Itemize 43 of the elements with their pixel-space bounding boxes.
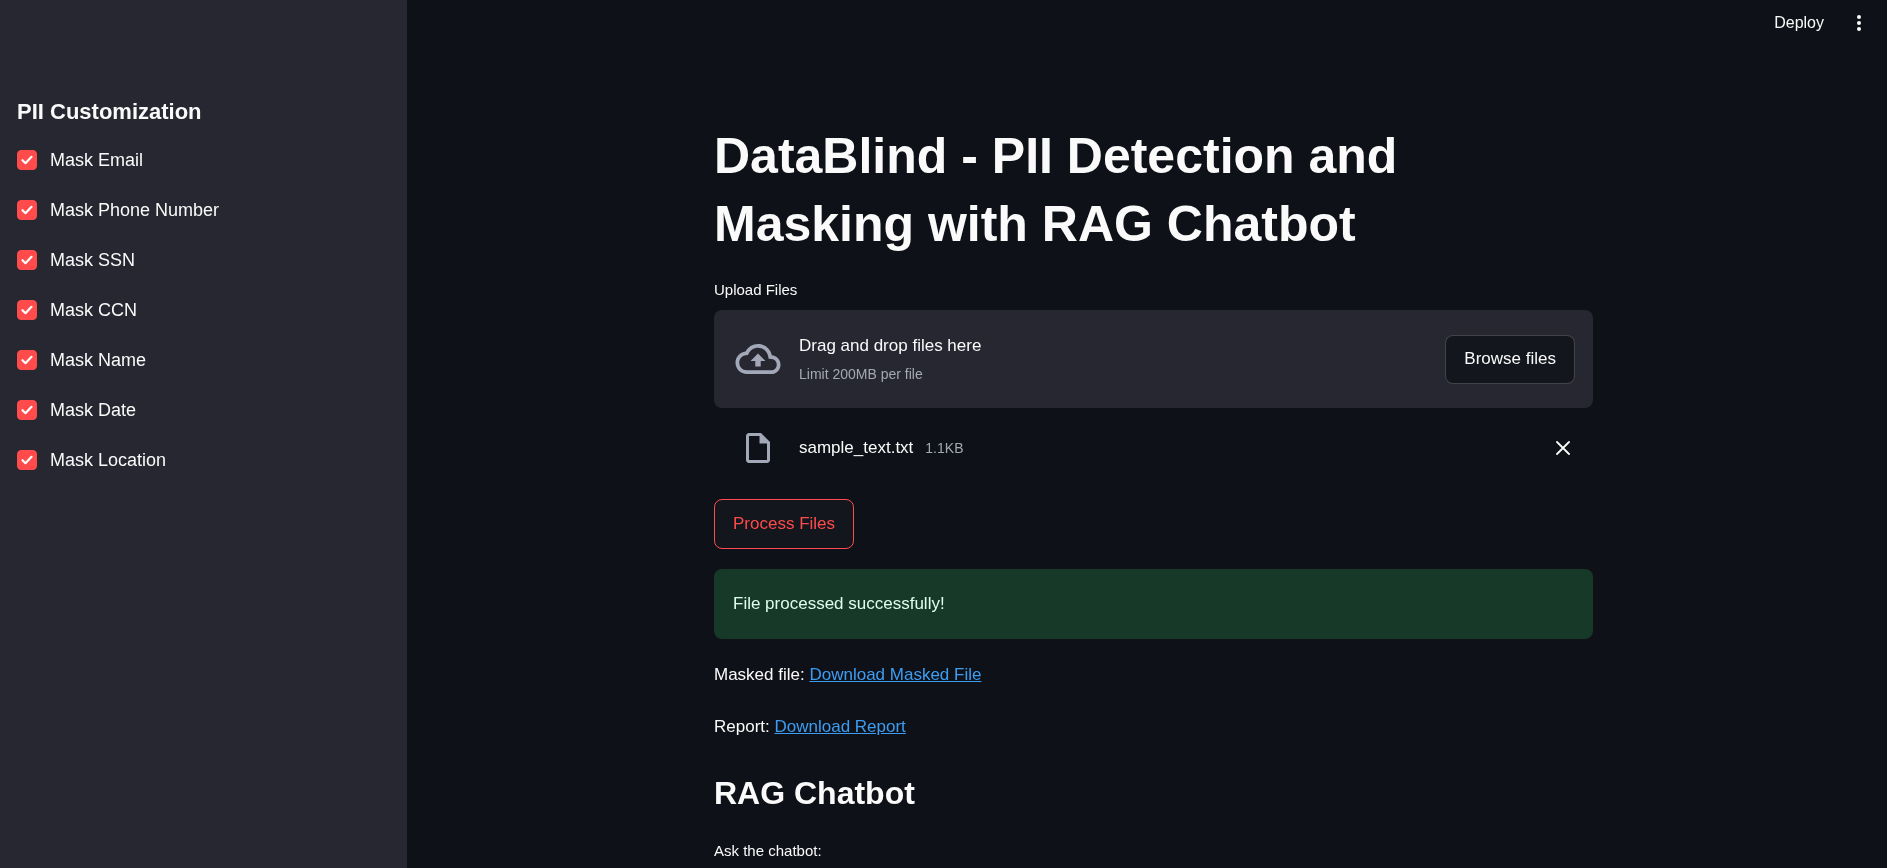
checkbox-label: Mask SSN: [50, 249, 136, 272]
success-alert: File processed successfully!: [714, 569, 1593, 639]
checkbox[interactable]: [17, 350, 37, 370]
checkbox[interactable]: [17, 250, 37, 270]
browse-files-button[interactable]: Browse files: [1445, 334, 1575, 384]
checkbox[interactable]: [17, 300, 37, 320]
check-icon: [21, 405, 33, 415]
menu-icon[interactable]: [1857, 15, 1861, 31]
file-size: 1.1KB: [925, 439, 964, 458]
deploy-button[interactable]: Deploy: [1774, 13, 1824, 33]
file-name: sample_text.txt: [799, 437, 914, 459]
check-icon: [21, 205, 33, 215]
close-icon[interactable]: [1556, 441, 1570, 455]
check-icon: [21, 155, 33, 165]
download-text: Report: Download Report: [714, 716, 906, 738]
section-heading: RAG Chatbot: [714, 774, 915, 813]
dropzone-instructions: Drag and drop files here: [799, 335, 982, 357]
checkbox[interactable]: [17, 450, 37, 470]
upload-label: Upload Files: [714, 280, 798, 300]
checkbox-label: Mask Location: [50, 449, 167, 472]
check-icon: [21, 455, 33, 465]
checkbox[interactable]: [17, 200, 37, 220]
check-icon: [21, 355, 33, 365]
page-title: DataBlind - PII Detection and Masking with RAG Chatbot: [714, 127, 1399, 254]
download-text: Masked file: Download Masked File: [714, 664, 982, 686]
checkbox-label: Mask Email: [50, 149, 143, 172]
checkbox[interactable]: [17, 150, 37, 170]
checkbox-label: Mask Name: [50, 349, 147, 372]
check-icon: [21, 305, 33, 315]
checkbox-label: Mask Phone Number: [50, 199, 220, 222]
sidebar-title: PII Customization: [17, 98, 203, 126]
check-icon: [21, 255, 33, 265]
cloud-upload-icon: [735, 344, 781, 374]
checkbox-label: Mask Date: [50, 399, 137, 422]
chat-input-label: Ask the chatbot:: [714, 841, 822, 861]
download-link[interactable]: Download Report: [774, 717, 906, 736]
upload-limit-text: Limit 200MB per file: [799, 365, 923, 384]
file-dropzone[interactable]: Drag and drop files here Limit 200MB per file Browse files: [714, 310, 1593, 408]
checkbox[interactable]: [17, 400, 37, 420]
process-files-button[interactable]: Process Files: [714, 499, 855, 549]
file-icon: [746, 433, 770, 463]
download-link[interactable]: Download Masked File: [809, 665, 982, 684]
checkbox-label: Mask CCN: [50, 299, 137, 322]
